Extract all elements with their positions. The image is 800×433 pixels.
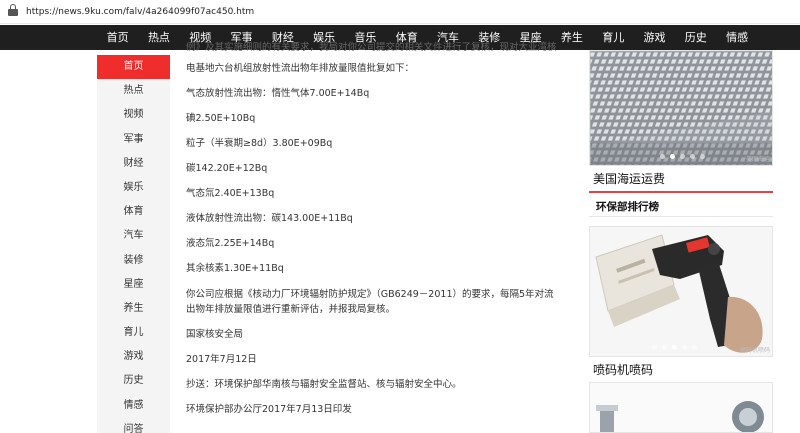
carousel-dot[interactable] [692,345,697,350]
sidebar-card-shipping[interactable]: 美国海运 美国海运运费 [589,50,773,190]
article-line: 气态氚2.40E+13Bq [186,188,275,199]
leftnav-item[interactable]: 养生 [97,297,170,321]
left-nav: 首页 热点 视频 军事 财经 娱乐 体育 汽车 装修 星座 养生 育儿 游戏 历… [97,55,170,433]
topnav-item[interactable]: 育儿 [593,25,634,50]
carousel-dots [660,154,705,159]
sidebar-card-caption[interactable]: 喷码机喷码 [593,361,653,378]
rank-header: 环保部排行榜 [589,191,773,217]
leftnav-item[interactable]: 育儿 [97,321,170,345]
carousel-dots [652,345,697,350]
article-line: 液态氚2.25E+14Bq [186,238,275,249]
article-line: 碳142.20E+12Bq [186,163,268,174]
article-line: 电基地六台机组放射性流出物年排放量限值批复如下： [186,63,415,74]
leftnav-item[interactable]: 娱乐 [97,176,170,200]
carousel-dot[interactable] [700,154,705,159]
article-line: 抄送：环境保护部华南核与辐射安全监督站、核与辐射安全中心。 [186,379,462,390]
leftnav-item[interactable]: 体育 [97,200,170,224]
topnav-item[interactable]: 首页 [97,25,138,50]
article-line: 其余核素1.30E+11Bq [186,263,284,274]
image-tag: 喷码机喷码 [739,347,770,354]
topnav-item[interactable]: 热点 [138,25,179,50]
carousel-dot[interactable] [690,154,695,159]
article-line: 出物年排放量限值进行重新评估，并报我局复核。 [186,304,396,315]
sidebar-card-caption[interactable]: 美国海运运费 [593,170,665,187]
sidebar-card-partial[interactable] [589,382,773,433]
leftnav-item[interactable]: 视频 [97,103,170,127]
leftnav-item[interactable]: 问答 [97,418,170,433]
address-bar[interactable]: https://news.9ku.com/falv/4a264099f07ac4… [0,0,800,24]
article-line: 环境保护部办公厅2017年7月13日印发 [186,404,352,415]
coder-image[interactable]: 喷码机喷码 [589,226,773,357]
leftnav-item[interactable]: 情感 [97,394,170,418]
topnav-item[interactable]: 历史 [675,25,716,50]
carousel-dot[interactable] [652,345,657,350]
carousel-dot[interactable] [662,345,667,350]
article-line: 液体放射性流出物：碳143.00E+11Bq [186,213,353,224]
topnav-item[interactable]: 情感 [716,25,757,50]
leftnav-item[interactable]: 装修 [97,249,170,273]
article-line: 碘2.50E+10Bq [186,113,256,124]
leftnav-item[interactable]: 星座 [97,273,170,297]
carousel-dot-active[interactable] [670,154,675,159]
lock-icon [8,4,18,16]
leftnav-item[interactable]: 热点 [97,79,170,103]
carousel-dot[interactable] [682,345,687,350]
image-tag: 美国海运 [745,156,770,163]
leftnav-item[interactable]: 游戏 [97,345,170,369]
carousel-dot-active[interactable] [672,345,677,350]
article-line: 2017年7月12日 [186,354,257,365]
leftnav-item[interactable]: 历史 [97,369,170,393]
steel-grating-picture [590,51,772,165]
article-line: 国家核安全局 [186,329,244,340]
leftnav-item[interactable]: 军事 [97,128,170,152]
inkjet-coder-picture [590,227,772,356]
article-line: 气态放射性流出物：惰性气体7.00E+14Bq [186,88,370,99]
leftnav-item[interactable]: 财经 [97,152,170,176]
rank-title: 环保部排行榜 [596,201,659,213]
article-line: 你公司应根据《核动力厂环境辐射防护规定》（GB6249－2011）的要求，每隔5… [186,289,554,300]
article-line: 粒子（半衰期≥8d）3.80E+09Bq [186,138,333,149]
url-text[interactable]: https://news.9ku.com/falv/4a264099f07ac4… [26,7,254,17]
leftnav-item[interactable]: 汽车 [97,224,170,248]
sidebar-card-coder[interactable]: 喷码机喷码 喷码机喷码 [589,226,773,378]
partial-image[interactable] [589,382,773,433]
machine-part-picture [590,383,772,432]
carousel-dot[interactable] [660,154,665,159]
topnav-item[interactable]: 游戏 [634,25,675,50]
grating-image[interactable]: 美国海运 [589,50,773,166]
leftnav-item-home[interactable]: 首页 [97,55,170,80]
carousel-dot[interactable] [680,154,685,159]
article-line: 例》及其实施细则的有关要求，我局对你公司提交的相关文件进行了复核，现对大亚湾核 [186,42,557,53]
